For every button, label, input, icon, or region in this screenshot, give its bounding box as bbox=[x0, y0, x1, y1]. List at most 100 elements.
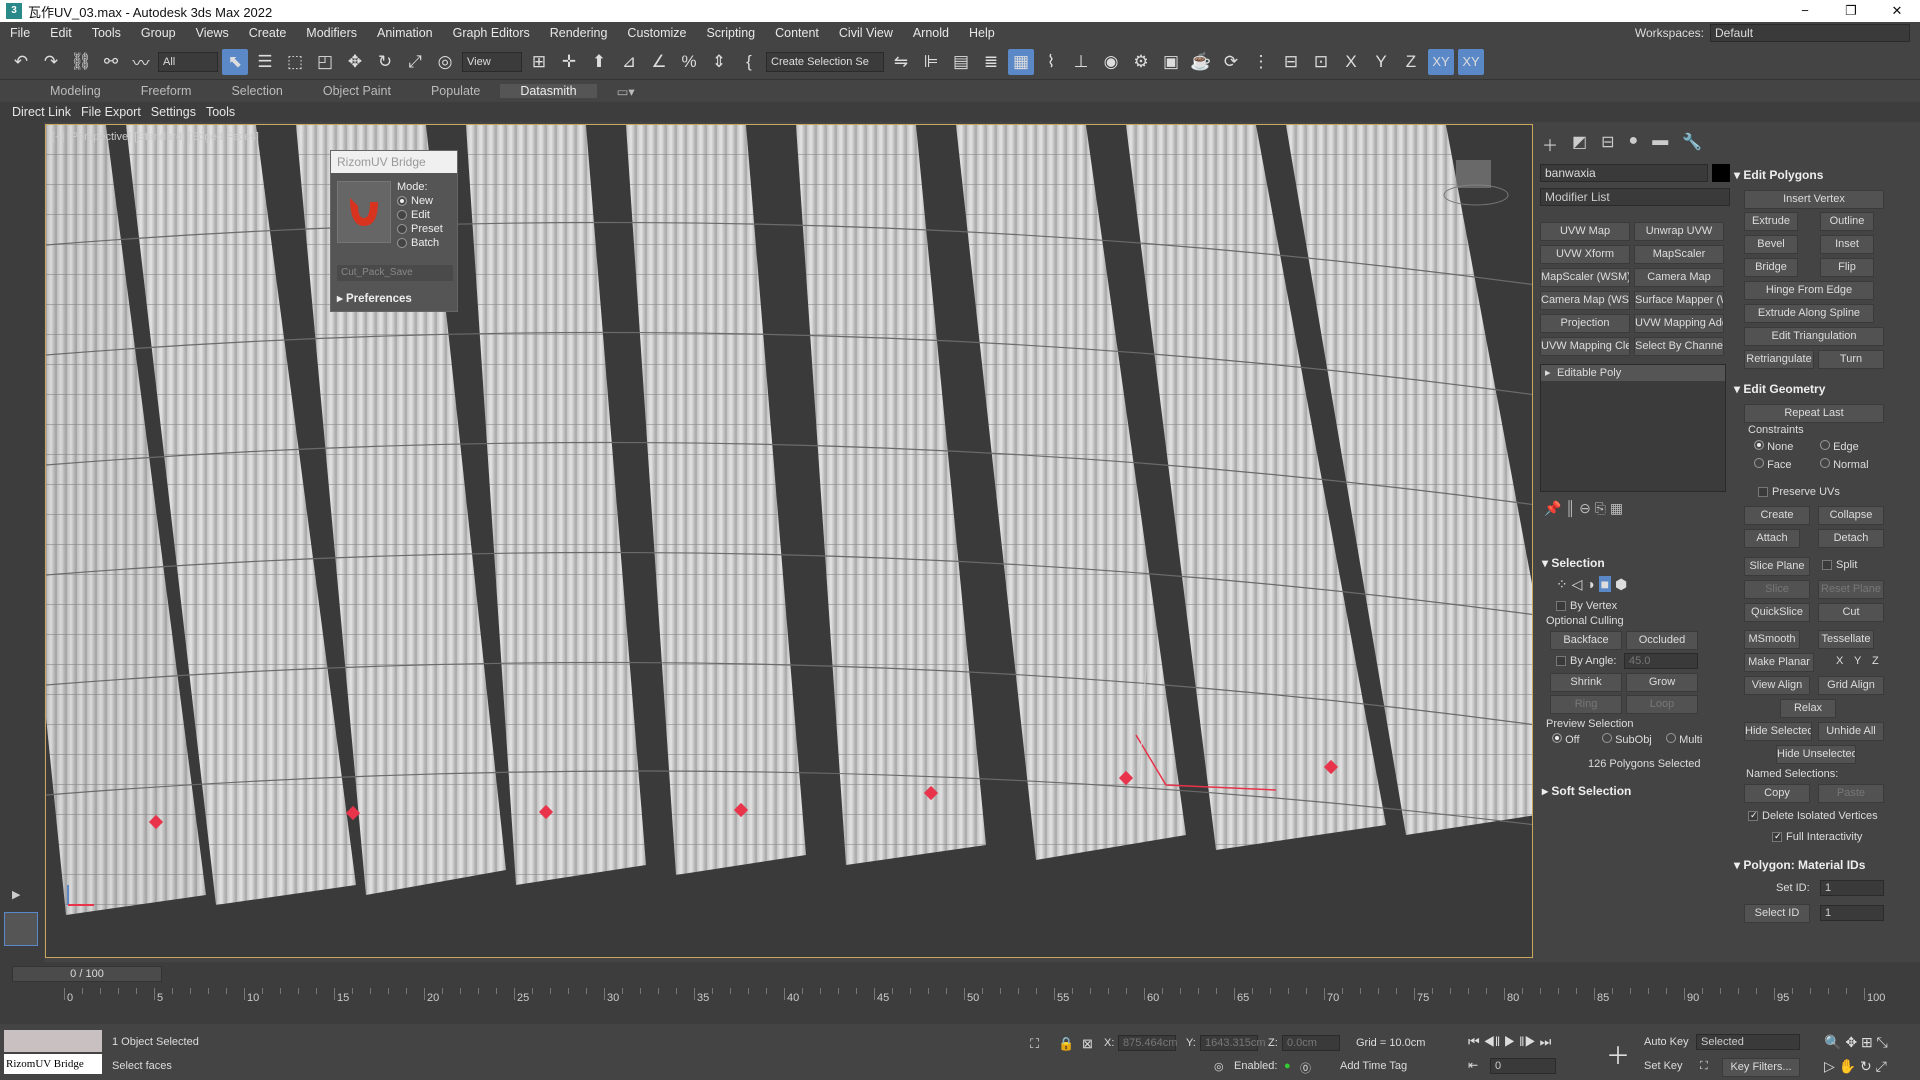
detach-button[interactable]: Detach bbox=[1818, 529, 1884, 548]
expand-icon[interactable]: ▸ bbox=[1545, 365, 1551, 381]
mirror-icon[interactable]: ⇋ bbox=[888, 49, 914, 75]
key-filters-button[interactable]: Key Filters... bbox=[1722, 1058, 1800, 1077]
select-id-spinner[interactable]: 1 bbox=[1820, 905, 1884, 921]
key-selection-set-select[interactable]: Selected bbox=[1696, 1034, 1800, 1050]
z-coord-field[interactable]: 0.0cm bbox=[1282, 1035, 1340, 1051]
viewport-navigation-icons-2[interactable]: ▷ ✋ ↻ ⤢ bbox=[1824, 1058, 1887, 1075]
modify-tab-icon[interactable]: ◩ bbox=[1572, 132, 1587, 156]
roof-tiles-mesh[interactable] bbox=[46, 125, 1533, 958]
isolate-toggle-icon[interactable]: ⛶ bbox=[1030, 1036, 1039, 1052]
axis-xy-cycle-button[interactable]: XY bbox=[1458, 48, 1484, 75]
radio-new[interactable] bbox=[397, 196, 407, 206]
absolute-mode-icon[interactable]: ⊠ bbox=[1082, 1036, 1093, 1052]
timetag-toggle-icon[interactable]: ⓪ bbox=[1300, 1060, 1311, 1076]
ribbon-toggle-icon[interactable]: ▦ bbox=[1008, 48, 1034, 75]
snaps-toggle-icon[interactable]: ⊿ bbox=[616, 49, 642, 75]
slice-plane-button[interactable]: Slice Plane bbox=[1744, 557, 1810, 576]
preview-subobj-radio[interactable]: SubObj bbox=[1602, 733, 1652, 746]
rotate-icon[interactable]: ↻ bbox=[372, 49, 398, 75]
material-editor-icon[interactable]: ◉ bbox=[1098, 49, 1124, 75]
attach-button[interactable]: Attach bbox=[1744, 529, 1800, 548]
y-coord-field[interactable]: 1643.315cm bbox=[1200, 1035, 1266, 1051]
menu-graph-editors[interactable]: Graph Editors bbox=[443, 26, 540, 40]
menu-datasmith-tools[interactable]: Tools bbox=[206, 105, 235, 119]
menu-file[interactable]: File bbox=[0, 26, 40, 40]
keyboard-shortcut-icon[interactable]: ⬆ bbox=[586, 49, 612, 75]
expand-arrow-icon[interactable]: ▶ bbox=[12, 888, 20, 901]
uvw-map-button[interactable]: UVW Map bbox=[1540, 222, 1630, 241]
menu-file-export[interactable]: File Export bbox=[81, 105, 141, 119]
mode-edit[interactable]: Edit bbox=[397, 209, 443, 221]
grid-align-button[interactable]: Grid Align bbox=[1818, 676, 1884, 695]
tab-populate[interactable]: Populate bbox=[411, 84, 500, 98]
schematic-view-icon[interactable]: ⊥ bbox=[1068, 49, 1094, 75]
snap-options-icon[interactable]: ⊟ bbox=[1278, 49, 1304, 75]
menu-edit[interactable]: Edit bbox=[40, 26, 82, 40]
by-angle-checkbox[interactable]: By Angle: bbox=[1556, 655, 1616, 667]
mode-new[interactable]: New bbox=[397, 195, 443, 207]
timeline-ruler[interactable]: 0 5 10 15 20 25 30 35 40 45 50 55 60 65 70 75 80 85 90 95 10… bbox=[64, 988, 1885, 1018]
hierarchy-tab-icon[interactable]: ⊟ bbox=[1601, 132, 1614, 156]
outline-button[interactable]: Outline bbox=[1820, 212, 1874, 231]
viewport-navigation-icons[interactable]: 🔍 ✥ ⊞ ⤡ bbox=[1824, 1034, 1888, 1051]
menu-scripting[interactable]: Scripting bbox=[696, 26, 765, 40]
cut-button[interactable]: Cut bbox=[1818, 603, 1884, 622]
maxscript-input[interactable] bbox=[4, 1030, 102, 1052]
grid-icon[interactable]: ⋮ bbox=[1248, 49, 1274, 75]
pivot-center-icon[interactable]: ⊞ bbox=[526, 49, 552, 75]
preserve-uvs-checkbox[interactable]: Preserve UVs bbox=[1758, 486, 1840, 498]
scene-explorer-icon[interactable]: ▤ bbox=[948, 49, 974, 75]
reference-coordinate-select[interactable]: View bbox=[462, 51, 522, 72]
adaptive-degradation-icon[interactable]: ◎ bbox=[1214, 1060, 1224, 1073]
preset-select[interactable]: Cut_Pack_Save bbox=[337, 265, 453, 281]
hinge-from-edge-button[interactable]: Hinge From Edge bbox=[1744, 281, 1874, 300]
by-angle-spinner[interactable]: 45.0 bbox=[1624, 653, 1698, 669]
material-ids-rollout[interactable]: ▾ Polygon: Material IDs bbox=[1734, 858, 1865, 872]
quickslice-button[interactable]: QuickSlice bbox=[1744, 603, 1810, 622]
mode-preset[interactable]: Preset bbox=[397, 223, 443, 235]
selection-rollout[interactable]: ▾ Selection bbox=[1542, 556, 1605, 570]
placement-icon[interactable]: ◎ bbox=[432, 49, 458, 75]
modifier-list-select[interactable]: Modifier List bbox=[1540, 188, 1730, 206]
unhide-all-button[interactable]: Unhide All bbox=[1818, 722, 1884, 741]
menu-direct-link[interactable]: Direct Link bbox=[12, 105, 71, 119]
constraint-none-radio[interactable]: None bbox=[1754, 440, 1793, 453]
hide-unselected-button[interactable]: Hide Unselected bbox=[1776, 745, 1856, 764]
select-manipulate-icon[interactable]: ✛ bbox=[556, 49, 582, 75]
projection-button[interactable]: Projection bbox=[1540, 314, 1630, 333]
align-icon[interactable]: ⊫ bbox=[918, 49, 944, 75]
set-id-spinner[interactable]: 1 bbox=[1820, 880, 1884, 896]
axis-z-button[interactable]: Z bbox=[1398, 49, 1424, 75]
time-slider[interactable]: 0 / 100 bbox=[12, 966, 162, 982]
perspective-viewport[interactable]: [+] [Perspective] [Standard] [Edged Face… bbox=[45, 124, 1533, 958]
mapscaler-button[interactable]: MapScaler bbox=[1634, 245, 1724, 264]
set-key-button[interactable]: Set Key bbox=[1644, 1060, 1683, 1072]
axis-x-button[interactable]: X bbox=[1338, 49, 1364, 75]
soft-selection-rollout[interactable]: ▸ Soft Selection bbox=[1542, 784, 1631, 798]
occluded-button[interactable]: Occluded bbox=[1626, 631, 1698, 650]
layer-explorer-icon[interactable]: ≣ bbox=[978, 49, 1004, 75]
object-name-field[interactable]: banwaxia bbox=[1540, 164, 1708, 182]
uvw-mapping-add-button[interactable]: UVW Mapping Add bbox=[1634, 314, 1724, 333]
set-key-icon[interactable]: ＋ bbox=[1606, 1036, 1630, 1071]
tessellate-button[interactable]: Tessellate bbox=[1818, 630, 1874, 649]
mode-batch[interactable]: Batch bbox=[397, 237, 443, 249]
menu-create[interactable]: Create bbox=[239, 26, 297, 40]
menu-tools[interactable]: Tools bbox=[82, 26, 131, 40]
menu-civil-view[interactable]: Civil View bbox=[829, 26, 903, 40]
camera-map-wsm-button[interactable]: Camera Map (WSM) bbox=[1540, 291, 1630, 310]
spinner-snap-icon[interactable]: ⇕ bbox=[706, 49, 732, 75]
link-icon[interactable]: ⛓ bbox=[68, 49, 94, 75]
tab-selection[interactable]: Selection bbox=[211, 84, 302, 98]
create-tab-icon[interactable]: ＋ bbox=[1542, 132, 1558, 156]
menu-help[interactable]: Help bbox=[959, 26, 1005, 40]
maxscript-output[interactable]: RizomUV Bridge bbox=[4, 1054, 102, 1074]
bridge-button[interactable]: Bridge bbox=[1744, 258, 1798, 277]
split-checkbox[interactable]: Split bbox=[1822, 559, 1857, 571]
viewport-layout-icon[interactable] bbox=[4, 912, 38, 946]
collapse-button[interactable]: Collapse bbox=[1818, 506, 1884, 525]
edit-triangulation-button[interactable]: Edit Triangulation bbox=[1744, 327, 1884, 346]
render-iterative-icon[interactable]: ⟳ bbox=[1218, 49, 1244, 75]
retriangulate-button[interactable]: Retriangulate bbox=[1744, 350, 1814, 369]
reset-plane-button[interactable]: Reset Plane bbox=[1818, 580, 1884, 599]
